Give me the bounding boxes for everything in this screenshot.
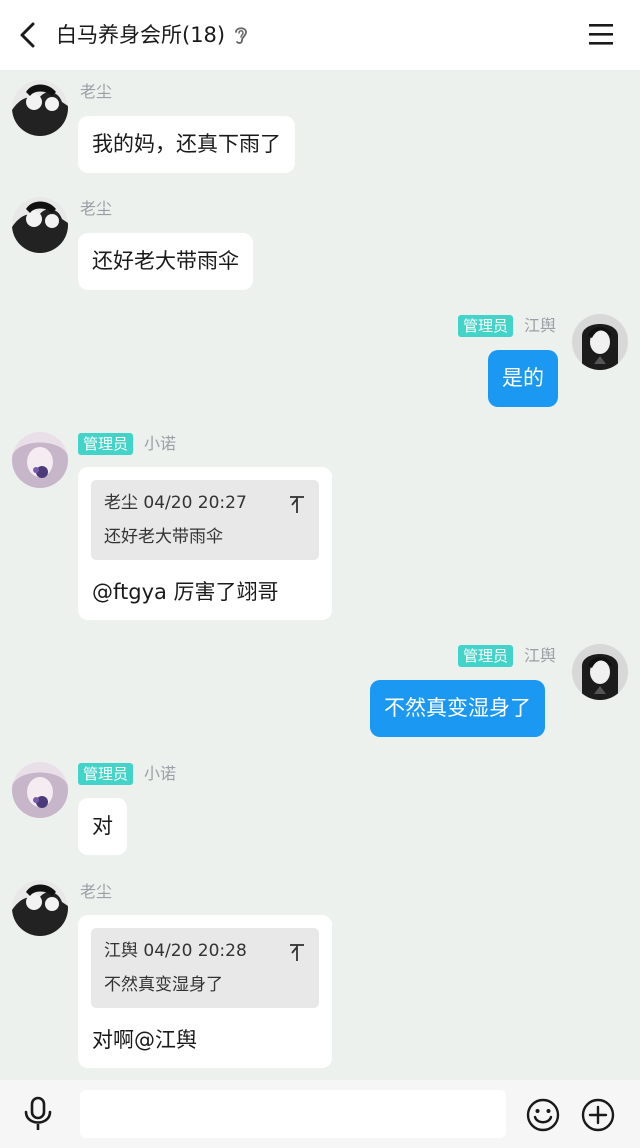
message-bubble-self[interactable]: 不然真变湿身了 (370, 680, 545, 737)
avatar-jiangyu[interactable] (572, 314, 628, 370)
quote-top-icon[interactable] (289, 942, 305, 962)
avatar-laochen[interactable] (12, 80, 68, 136)
sender-name: 老尘 (80, 882, 113, 901)
microphone-icon[interactable] (22, 1096, 54, 1132)
reply-text: 对啊@江舆 (92, 1028, 197, 1052)
reply-text: @ftgya 厉害了翊哥 (92, 580, 279, 604)
reply-message-bubble[interactable]: 江舆 04/20 20:28 不然真变湿身了 对啊@江舆 (78, 915, 332, 1068)
sender-name: 老尘 (80, 199, 113, 218)
reply-message-bubble[interactable]: 老尘 04/20 20:27 还好老大带雨伞 @ftgya 厉害了翊哥 (78, 467, 332, 620)
quoted-message[interactable]: 江舆 04/20 20:28 不然真变湿身了 (91, 928, 319, 1008)
avatar-xiaonuo[interactable] (12, 432, 68, 488)
sender-name: 小诺 (144, 764, 177, 783)
plus-icon[interactable] (581, 1098, 615, 1132)
avatar-jiangyu[interactable] (572, 644, 628, 700)
admin-badge: 管理员 (458, 315, 514, 337)
message-bubble[interactable]: 还好老大带雨伞 (78, 233, 253, 290)
avatar-laochen[interactable] (12, 197, 68, 253)
chat-title: 白马养身会所(18) (56, 23, 226, 47)
avatar-laochen[interactable] (12, 880, 68, 936)
menu-icon[interactable] (588, 22, 614, 46)
emoji-icon[interactable] (526, 1098, 560, 1132)
sender-name: 江舆 (524, 316, 557, 335)
quoted-message-text: 还好老大带雨伞 (104, 527, 223, 547)
quoted-message-meta: 老尘 04/20 20:27 (104, 493, 247, 513)
admin-badge: 管理员 (458, 645, 514, 667)
chat-header: 白马养身会所(18) (0, 0, 640, 70)
ear-icon (235, 27, 247, 44)
quoted-message-text: 不然真变湿身了 (104, 975, 223, 995)
quoted-message-meta: 江舆 04/20 20:28 (104, 941, 247, 961)
sender-name: 小诺 (144, 434, 177, 453)
message-bubble-self[interactable]: 是的 (488, 350, 558, 407)
quoted-message[interactable]: 老尘 04/20 20:27 还好老大带雨伞 (91, 480, 319, 560)
message-bubble[interactable]: 我的妈，还真下雨了 (78, 116, 295, 173)
back-arrow-icon[interactable] (14, 20, 42, 50)
message-input[interactable] (80, 1090, 506, 1138)
admin-badge: 管理员 (78, 763, 134, 785)
message-bubble[interactable]: 对 (78, 798, 127, 855)
sender-name: 老尘 (80, 82, 113, 101)
avatar-xiaonuo[interactable] (12, 762, 68, 818)
sender-name: 江舆 (524, 646, 557, 665)
quote-top-icon[interactable] (289, 494, 305, 514)
admin-badge: 管理员 (78, 433, 134, 455)
input-bar (0, 1080, 640, 1148)
